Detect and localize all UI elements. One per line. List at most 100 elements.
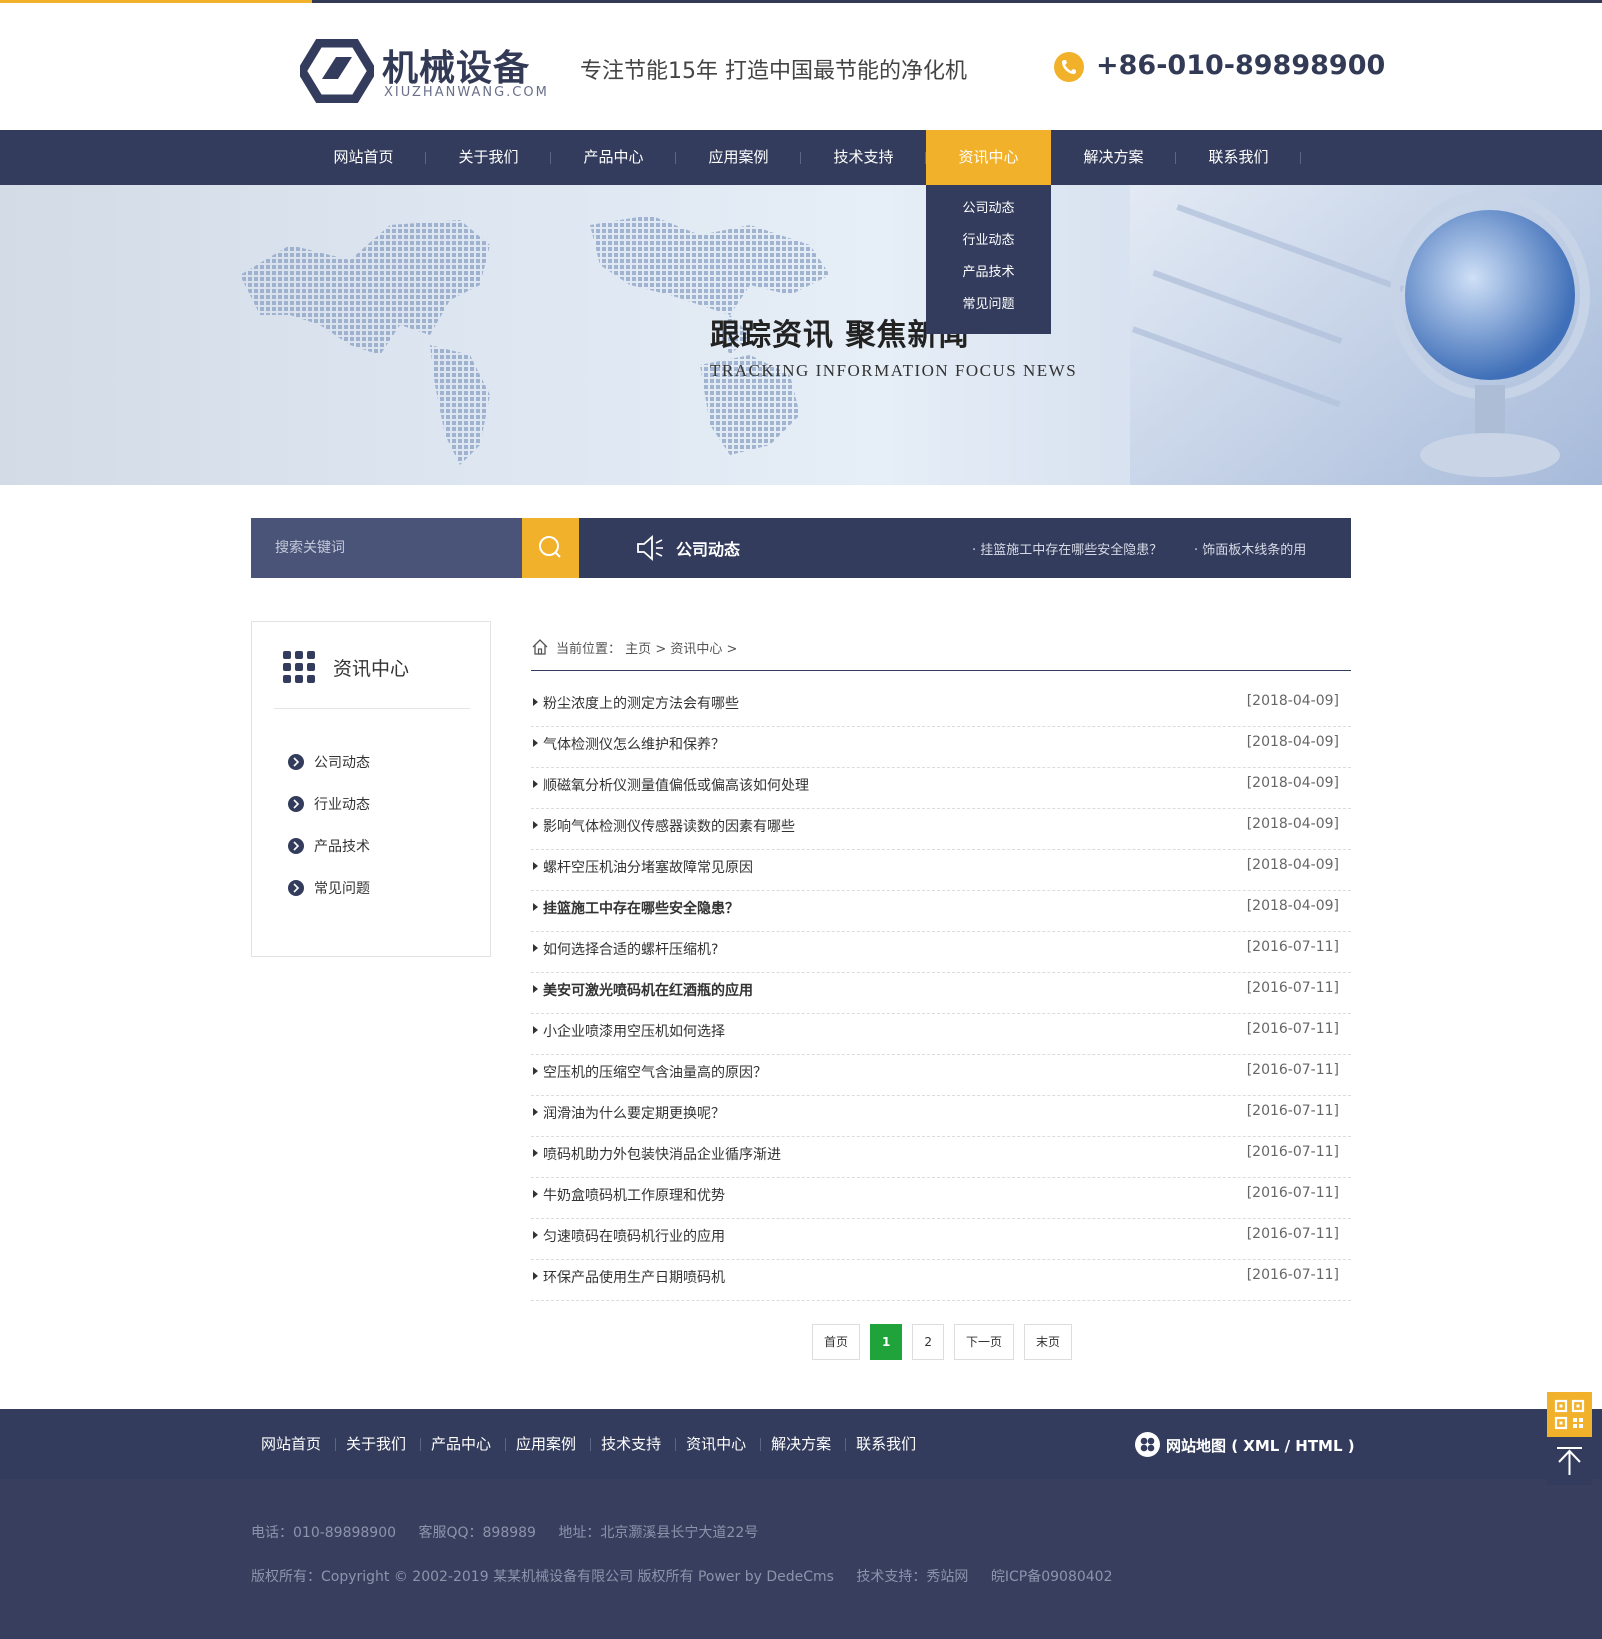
- nav-item-products[interactable]: 产品中心: [551, 130, 676, 185]
- list-item[interactable]: 气体检测仪怎么维护和保养？ [2018-04-09]: [531, 727, 1351, 768]
- header-slogan: 专注节能15年 打造中国最节能的净化机: [580, 59, 967, 84]
- pager-first[interactable]: 首页: [812, 1324, 861, 1360]
- nav-item-news[interactable]: 资讯中心: [926, 130, 1051, 185]
- news-title-link[interactable]: 空压机的压缩空气含油量高的原因？: [543, 1062, 767, 1082]
- list-item[interactable]: 粉尘浓度上的测定方法会有哪些 [2018-04-09]: [531, 686, 1351, 727]
- breadcrumb-section-link[interactable]: 资讯中心: [670, 642, 722, 657]
- news-title-link[interactable]: 如何选择合适的螺杆压缩机?: [543, 939, 718, 959]
- news-date: [2016-07-11]: [1246, 1226, 1339, 1242]
- news-title-link[interactable]: 挂篮施工中存在哪些安全隐患？: [543, 898, 739, 918]
- news-date: [2016-07-11]: [1246, 980, 1339, 996]
- news-date: [2016-07-11]: [1246, 939, 1339, 955]
- nav-item-about[interactable]: 关于我们: [426, 130, 551, 185]
- dropdown-item-company-news[interactable]: 公司动态: [926, 193, 1051, 225]
- news-title-link[interactable]: 美安可激光喷码机在红酒瓶的应用: [543, 980, 753, 1000]
- news-title-link[interactable]: 牛奶盒喷码机工作原理和优势: [543, 1185, 725, 1205]
- ticker-item[interactable]: · 挂篮施工中存在哪些安全隐患？: [972, 539, 1162, 558]
- breadcrumb-prefix: 当前位置：: [556, 642, 622, 657]
- breadcrumb-home-link[interactable]: 主页: [625, 642, 651, 657]
- nav-dropdown: 公司动态 行业动态 产品技术 常见问题: [926, 185, 1051, 334]
- footer-nav-item-home[interactable]: 网站首页: [251, 1409, 337, 1479]
- news-title-link[interactable]: 匀速喷码在喷码机行业的应用: [543, 1226, 725, 1246]
- footer-qq: 客服QQ：898989: [418, 1525, 536, 1541]
- list-item[interactable]: 牛奶盒喷码机工作原理和优势 [2016-07-11]: [531, 1178, 1351, 1219]
- list-item[interactable]: 小企业喷漆用空压机如何选择 [2016-07-11]: [531, 1014, 1351, 1055]
- footer-nav-label: 联系我们: [856, 1435, 917, 1453]
- news-title-link[interactable]: 润滑油为什么要定期更换呢？: [543, 1103, 725, 1123]
- news-title-link[interactable]: 环保产品使用生产日期喷码机: [543, 1267, 725, 1287]
- qr-code-icon: [1554, 1399, 1585, 1430]
- news-title-link[interactable]: 粉尘浓度上的测定方法会有哪些: [543, 693, 739, 713]
- list-item[interactable]: 影响气体检测仪传感器读数的因素有哪些 [2018-04-09]: [531, 809, 1351, 850]
- news-date: [2016-07-11]: [1246, 1185, 1339, 1201]
- footer-copyright-row: 版权所有：Copyright © 2002-2019 某某机械设备有限公司 版权…: [251, 1566, 1130, 1586]
- news-date: [2018-04-09]: [1246, 857, 1339, 873]
- list-item[interactable]: 顺磁氧分析仪测量值偏低或偏高该如何处理 [2018-04-09]: [531, 768, 1351, 809]
- triangle-bullet-icon: [533, 985, 538, 993]
- news-date: [2016-07-11]: [1246, 1103, 1339, 1119]
- news-title-link[interactable]: 气体检测仪怎么维护和保养？: [543, 734, 725, 754]
- search-input[interactable]: [251, 518, 522, 578]
- sidebar: 资讯中心 公司动态 行业动态 产品技术 常见问题: [251, 621, 491, 957]
- footer-nav-item-contact[interactable]: 联系我们: [846, 1409, 931, 1479]
- pager-last[interactable]: 末页: [1024, 1324, 1073, 1360]
- footer-nav-item-cases[interactable]: 应用案例: [506, 1409, 592, 1479]
- list-item[interactable]: 美安可激光喷码机在红酒瓶的应用 [2016-07-11]: [531, 973, 1351, 1014]
- news-title-link[interactable]: 小企业喷漆用空压机如何选择: [543, 1021, 725, 1041]
- nav-item-contact[interactable]: 联系我们: [1176, 130, 1301, 185]
- news-date: [2016-07-11]: [1246, 1021, 1339, 1037]
- dropdown-item-industry-news[interactable]: 行业动态: [926, 225, 1051, 257]
- nav-item-label: 关于我们: [458, 148, 519, 166]
- list-item[interactable]: 环保产品使用生产日期喷码机 [2016-07-11]: [531, 1260, 1351, 1301]
- triangle-bullet-icon: [533, 1231, 538, 1239]
- ticker-item[interactable]: · 饰面板木线条的用: [1194, 539, 1306, 558]
- news-title-link[interactable]: 顺磁氧分析仪测量值偏低或偏高该如何处理: [543, 775, 809, 795]
- list-item[interactable]: 空压机的压缩空气含油量高的原因？ [2016-07-11]: [531, 1055, 1351, 1096]
- list-item[interactable]: 喷码机助力外包装快消品企业循序渐进 [2016-07-11]: [531, 1137, 1351, 1178]
- news-title-link[interactable]: 螺杆空压机油分堵塞故障常见原因: [543, 857, 753, 877]
- sidebar-divider: [274, 708, 470, 709]
- footer-nav-item-solutions[interactable]: 解决方案: [761, 1409, 847, 1479]
- footer-nav-item-products[interactable]: 产品中心: [421, 1409, 507, 1479]
- list-item[interactable]: 螺杆空压机油分堵塞故障常见原因 [2018-04-09]: [531, 850, 1351, 891]
- nav-item-support[interactable]: 技术支持: [801, 130, 926, 185]
- search-button[interactable]: [522, 518, 579, 578]
- dropdown-item-product-tech[interactable]: 产品技术: [926, 257, 1051, 289]
- chevron-right-icon: [288, 880, 304, 896]
- list-item[interactable]: 如何选择合适的螺杆压缩机? [2016-07-11]: [531, 932, 1351, 973]
- list-item[interactable]: 挂篮施工中存在哪些安全隐患？ [2018-04-09]: [531, 891, 1351, 932]
- nav-item-cases[interactable]: 应用案例: [676, 130, 801, 185]
- footer-copyright: 版权所有：Copyright © 2002-2019 某某机械设备有限公司 版权…: [251, 1569, 834, 1585]
- site-logo[interactable]: 机械设备 XIUZHANWANG.COM: [300, 37, 547, 107]
- footer-nav-item-news[interactable]: 资讯中心: [676, 1409, 762, 1479]
- back-to-top-button[interactable]: [1547, 1437, 1592, 1485]
- footer-nav-item-support[interactable]: 技术支持: [591, 1409, 677, 1479]
- float-qr-button[interactable]: [1547, 1392, 1592, 1437]
- chevron-right-icon: [288, 754, 304, 770]
- list-item[interactable]: 匀速喷码在喷码机行业的应用 [2016-07-11]: [531, 1219, 1351, 1260]
- footer-contact: 电话：010-89898900 客服QQ：898989 地址：北京灏溪县长宁大道…: [251, 1522, 776, 1542]
- footer-nav-item-about[interactable]: 关于我们: [336, 1409, 422, 1479]
- list-item[interactable]: 润滑油为什么要定期更换呢？ [2016-07-11]: [531, 1096, 1351, 1137]
- main-nav: 网站首页 关于我们 产品中心 应用案例 技术支持 资讯中心 解决方案 联系我们: [0, 130, 1602, 185]
- nav-item-home[interactable]: 网站首页: [301, 130, 426, 185]
- footer-support[interactable]: 技术支持：秀站网: [856, 1569, 968, 1585]
- nav-item-label: 联系我们: [1208, 148, 1269, 166]
- triangle-bullet-icon: [533, 1067, 538, 1075]
- pager-page-current[interactable]: 1: [870, 1324, 903, 1360]
- nav-separator: [1300, 152, 1301, 164]
- dropdown-item-faq[interactable]: 常见问题: [926, 289, 1051, 321]
- news-list: 粉尘浓度上的测定方法会有哪些 [2018-04-09] 气体检测仪怎么维护和保养？ […: [531, 686, 1351, 1301]
- nav-item-label: 应用案例: [708, 148, 769, 166]
- news-title-link[interactable]: 喷码机助力外包装快消品企业循序渐进: [543, 1144, 781, 1164]
- footer-address: 地址：北京灏溪县长宁大道22号: [558, 1525, 759, 1541]
- footer-icp[interactable]: 皖ICP备09080402: [991, 1569, 1113, 1585]
- banner-subtitle: TRACKING INFORMATION FOCUS NEWS: [710, 361, 1078, 380]
- triangle-bullet-icon: [533, 698, 538, 706]
- pager-next[interactable]: 下一页: [954, 1324, 1015, 1360]
- pager-page[interactable]: 2: [912, 1324, 945, 1360]
- home-icon: [532, 639, 548, 655]
- news-date: [2018-04-09]: [1246, 775, 1339, 791]
- nav-item-solutions[interactable]: 解决方案: [1051, 130, 1176, 185]
- news-title-link[interactable]: 影响气体检测仪传感器读数的因素有哪些: [543, 816, 795, 836]
